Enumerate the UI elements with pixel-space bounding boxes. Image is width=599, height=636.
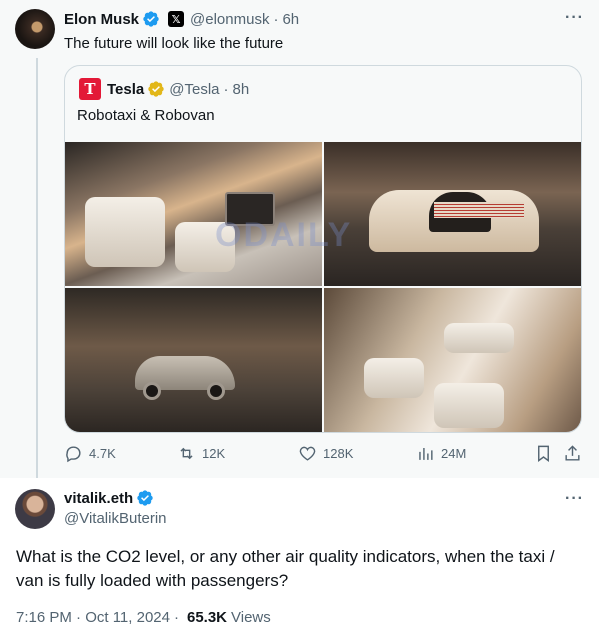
author-avatar[interactable] — [15, 9, 55, 49]
separator-dot: · — [273, 10, 279, 28]
tesla-logo-icon[interactable]: T — [79, 78, 101, 100]
verified-badge-icon[interactable] — [136, 489, 154, 507]
reply-icon — [66, 446, 81, 463]
reply-views-count: 65.3K — [186, 609, 228, 626]
wheel-shape — [143, 382, 161, 400]
watermark: ODAILY — [215, 216, 353, 254]
quoted-author-handle[interactable]: @Tesla — [169, 81, 219, 98]
tweet-time[interactable]: 6h — [282, 11, 299, 28]
media-image-3[interactable] — [65, 288, 322, 432]
more-icon[interactable]: ··· — [565, 9, 584, 27]
separator-dot: · — [223, 80, 229, 98]
views-count: 24M — [441, 446, 467, 461]
reply-tweet-text: What is the CO2 level, or any other air … — [16, 547, 555, 590]
media-image-2[interactable] — [324, 142, 581, 286]
verified-badge-icon[interactable] — [142, 10, 160, 28]
reply-views-label: Views — [231, 609, 271, 626]
quoted-tweet-header: Tesla @Tesla · 8h — [107, 80, 249, 98]
reply-meta-row: 7:16 PM · Oct 11, 2024 · 65.3K Views — [16, 609, 271, 626]
repost-icon — [180, 447, 193, 460]
x-logo-icon: 𝕏 — [168, 11, 185, 27]
media-image-4[interactable] — [324, 288, 581, 432]
separator-dot: · — [173, 609, 179, 626]
media-grid — [65, 142, 581, 432]
bookmark-button[interactable] — [534, 444, 553, 468]
robovan-stripes — [434, 202, 524, 218]
views-button[interactable]: 24M — [416, 444, 466, 463]
like-count: 128K — [323, 446, 354, 461]
seat-shape — [85, 197, 165, 267]
quoted-author-name[interactable]: Tesla — [107, 81, 144, 98]
reply-author-name-row: vitalik.eth — [64, 489, 154, 507]
reply-button[interactable]: 4.7K — [64, 444, 116, 463]
reply-author-avatar[interactable] — [15, 489, 55, 529]
share-button[interactable] — [563, 444, 582, 468]
action-bar: 4.7K 12K 128K 24M — [64, 444, 584, 466]
quoted-tweet-card[interactable]: T Tesla @Tesla · 8h Robotaxi & Robovan O… — [64, 65, 582, 433]
like-button[interactable]: 128K — [298, 444, 353, 463]
top-tweet-header: Elon Musk 𝕏 @elonmusk · 6h — [64, 10, 299, 28]
tweet-text: The future will look like the future — [64, 35, 284, 52]
quoted-tweet-text: Robotaxi & Robovan — [77, 107, 215, 124]
more-icon[interactable]: ··· — [565, 490, 584, 508]
verified-gold-badge-icon — [147, 80, 165, 98]
bookmark-icon — [538, 445, 549, 463]
heart-icon — [299, 446, 316, 461]
reply-author-name[interactable]: vitalik.eth — [64, 490, 133, 507]
thread-line — [36, 58, 38, 478]
quoted-tweet-time: 8h — [232, 80, 250, 98]
top-tweet[interactable]: Elon Musk 𝕏 @elonmusk · 6h ··· The futur… — [0, 0, 599, 478]
media-image-1[interactable] — [65, 142, 322, 286]
author-handle[interactable]: @elonmusk — [190, 11, 269, 28]
wheel-shape — [207, 382, 225, 400]
reply-count: 4.7K — [89, 446, 116, 461]
author-name[interactable]: Elon Musk — [64, 11, 139, 28]
views-chart-icon — [419, 447, 433, 460]
share-icon — [565, 445, 580, 461]
repost-button[interactable]: 12K — [177, 444, 225, 463]
seat-shape — [364, 358, 424, 398]
seat-shape — [434, 383, 504, 428]
reply-timestamp[interactable]: 7:16 PM · Oct 11, 2024 — [16, 609, 170, 626]
repost-count: 12K — [202, 446, 226, 461]
seat-shape — [444, 323, 514, 353]
reply-author-handle[interactable]: @VitalikButerin — [64, 510, 167, 527]
